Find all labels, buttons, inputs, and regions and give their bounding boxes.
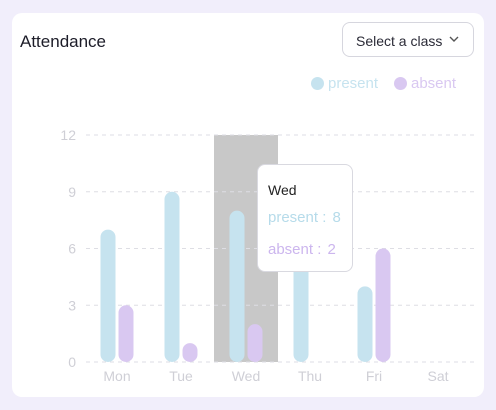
x-tick-label: Fri bbox=[366, 368, 382, 384]
tooltip-absent: absent : 2 bbox=[268, 241, 336, 258]
bar-absent-tue bbox=[182, 343, 198, 362]
tooltip-day: Wed bbox=[268, 182, 297, 198]
bar-present-fri bbox=[357, 286, 373, 362]
y-tick-label: 6 bbox=[68, 241, 76, 257]
y-tick-label: 9 bbox=[68, 184, 76, 200]
tooltip-present-value: 8 bbox=[332, 209, 341, 226]
x-tick-label: Sat bbox=[427, 368, 448, 384]
bar-absent-mon bbox=[118, 305, 134, 362]
x-tick-label: Mon bbox=[103, 368, 130, 384]
bar-present-tue bbox=[164, 191, 180, 362]
y-tick-label: 3 bbox=[68, 297, 76, 313]
tooltip-present: present : 8 bbox=[268, 209, 341, 226]
bar-absent-wed bbox=[247, 324, 263, 362]
attendance-card: Attendance Select a class present absent… bbox=[12, 13, 484, 397]
y-tick-label: 12 bbox=[60, 127, 76, 143]
x-tick-label: Thu bbox=[298, 368, 322, 384]
bar-present-mon bbox=[100, 229, 116, 362]
x-tick-label: Tue bbox=[169, 368, 193, 384]
bar-present-wed bbox=[229, 210, 245, 362]
x-tick-label: Wed bbox=[232, 368, 261, 384]
tooltip-absent-label: absent : bbox=[268, 241, 326, 258]
tooltip-absent-value: 2 bbox=[327, 241, 336, 258]
chart-tooltip: Wed present : 8 absent : 2 bbox=[257, 164, 353, 272]
bar-absent-fri bbox=[375, 248, 391, 362]
tooltip-present-label: present : bbox=[268, 209, 331, 226]
attendance-bar-chart: 0 3 6 9 12 Mon Tue Wed Thu Fri Sat bbox=[60, 127, 474, 384]
y-tick-label: 0 bbox=[68, 354, 76, 370]
